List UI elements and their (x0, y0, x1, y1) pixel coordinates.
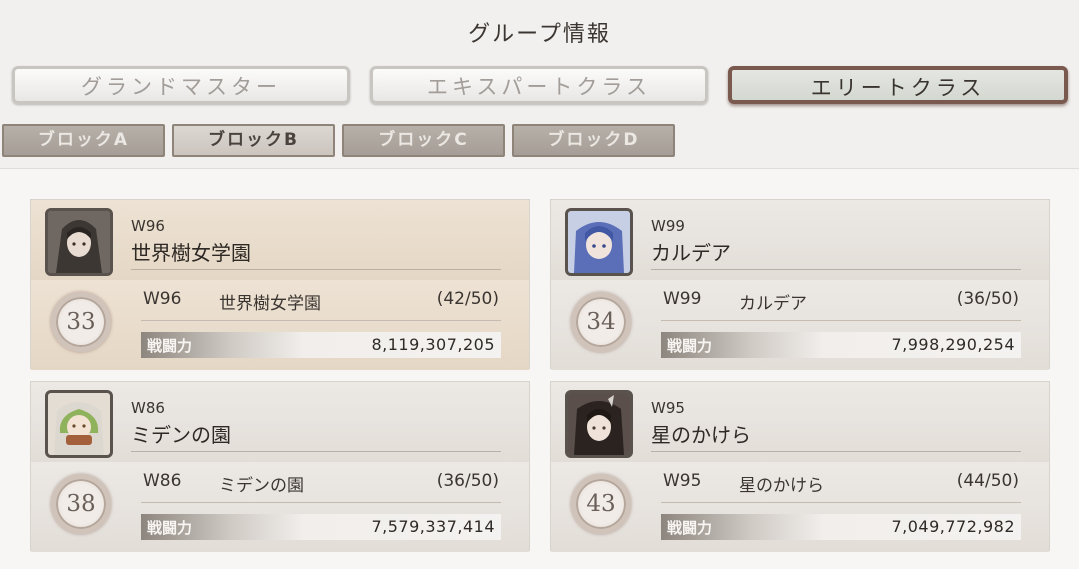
group-name: 世界樹女学園 (131, 241, 251, 265)
group-world-id: W99 (651, 217, 685, 235)
divider (131, 451, 501, 452)
stats-group-name: 世界樹女学園 (219, 294, 321, 314)
green-hair-girl-avatar (45, 390, 113, 458)
block-tab-c[interactable]: ブロックC (342, 124, 505, 157)
group-name: ミデンの園 (131, 423, 231, 447)
group-name: 星のかけら (651, 423, 751, 447)
power-bar: 戦闘力 7,998,290,254 (661, 332, 1021, 358)
group-card-header: W86 ミデンの園 (31, 382, 529, 462)
group-world-id: W96 (131, 217, 165, 235)
group-card-header: W95 星のかけら (551, 382, 1049, 462)
tab-label: エリートクラス (810, 76, 986, 100)
member-count: (36/50) (956, 289, 1019, 309)
group-card[interactable]: W96 世界樹女学園 33 W96 世界樹女学園 (42/50) 戦闘力 8,1… (30, 199, 530, 370)
stats-group-name: 星のかけら (739, 476, 824, 496)
block-tab-label: ブロックB (208, 130, 299, 150)
divider (141, 502, 501, 503)
power-value: 7,998,290,254 (891, 335, 1015, 354)
tab-grandmaster[interactable]: グランドマスター (12, 66, 350, 104)
tab-elite-class[interactable]: エリートクラス (728, 66, 1068, 104)
block-tab-label: ブロックC (378, 130, 469, 150)
hooded-girl-avatar (45, 208, 113, 276)
group-world-id: W86 (131, 399, 165, 417)
member-count: (36/50) (436, 471, 499, 491)
power-bar: 戦闘力 7,579,337,414 (141, 514, 501, 540)
rank-badge: 38 (51, 474, 111, 534)
rank-badge: 43 (571, 474, 631, 534)
power-bar: 戦闘力 8,119,307,205 (141, 332, 501, 358)
power-label: 戦闘力 (147, 337, 193, 355)
power-value: 7,049,772,982 (891, 517, 1015, 536)
stats-group-name: カルデア (739, 294, 807, 314)
block-tab-d[interactable]: ブロックD (512, 124, 675, 157)
power-label: 戦闘力 (667, 519, 713, 537)
block-tab-a[interactable]: ブロックA (2, 124, 165, 157)
group-name: カルデア (651, 241, 731, 265)
group-card-stats: 43 W95 星のかけら (44/50) 戦闘力 7,049,772,982 (551, 462, 1049, 552)
divider (651, 269, 1021, 270)
block-tab-label: ブロックA (37, 130, 130, 150)
divider (661, 502, 1021, 503)
power-bar: 戦闘力 7,049,772,982 (661, 514, 1021, 540)
group-card[interactable]: W95 星のかけら 43 W95 星のかけら (44/50) 戦闘力 7,049… (550, 381, 1050, 552)
stats-world-id: W96 (143, 289, 182, 309)
stats-world-id: W86 (143, 471, 182, 491)
power-value: 7,579,337,414 (371, 517, 495, 536)
rank-badge: 34 (571, 292, 631, 352)
member-count: (44/50) (956, 471, 1019, 491)
stats-world-id: W95 (663, 471, 702, 491)
block-tab-label: ブロックD (547, 130, 640, 150)
divider (651, 451, 1021, 452)
group-card[interactable]: W86 ミデンの園 38 W86 ミデンの園 (36/50) 戦闘力 7,579… (30, 381, 530, 552)
tab-label: グランドマスター (81, 75, 281, 99)
rank-badge: 33 (51, 292, 111, 352)
dark-hair-girl-avatar (565, 390, 633, 458)
group-list-panel: W96 世界樹女学園 33 W96 世界樹女学園 (42/50) 戦闘力 8,1… (0, 168, 1079, 569)
power-label: 戦闘力 (667, 337, 713, 355)
tab-expert-class[interactable]: エキスパートクラス (370, 66, 708, 104)
group-world-id: W95 (651, 399, 685, 417)
group-card-header: W96 世界樹女学園 (31, 200, 529, 280)
group-card-stats: 33 W96 世界樹女学園 (42/50) 戦闘力 8,119,307,205 (31, 280, 529, 370)
tab-label: エキスパートクラス (427, 75, 651, 99)
divider (661, 320, 1021, 321)
divider (141, 320, 501, 321)
power-label: 戦闘力 (147, 519, 193, 537)
page-title: グループ情報 (468, 22, 611, 47)
block-tab-b[interactable]: ブロックB (172, 124, 335, 157)
group-card-stats: 34 W99 カルデア (36/50) 戦闘力 7,998,290,254 (551, 280, 1049, 370)
stats-world-id: W99 (663, 289, 702, 309)
group-card-header: W99 カルデア (551, 200, 1049, 280)
group-card-stats: 38 W86 ミデンの園 (36/50) 戦闘力 7,579,337,414 (31, 462, 529, 552)
power-value: 8,119,307,205 (371, 335, 495, 354)
divider (131, 269, 501, 270)
blue-hair-girl-avatar (565, 208, 633, 276)
stats-group-name: ミデンの園 (219, 476, 304, 496)
member-count: (42/50) (436, 289, 499, 309)
group-card[interactable]: W99 カルデア 34 W99 カルデア (36/50) 戦闘力 7,998,2… (550, 199, 1050, 370)
